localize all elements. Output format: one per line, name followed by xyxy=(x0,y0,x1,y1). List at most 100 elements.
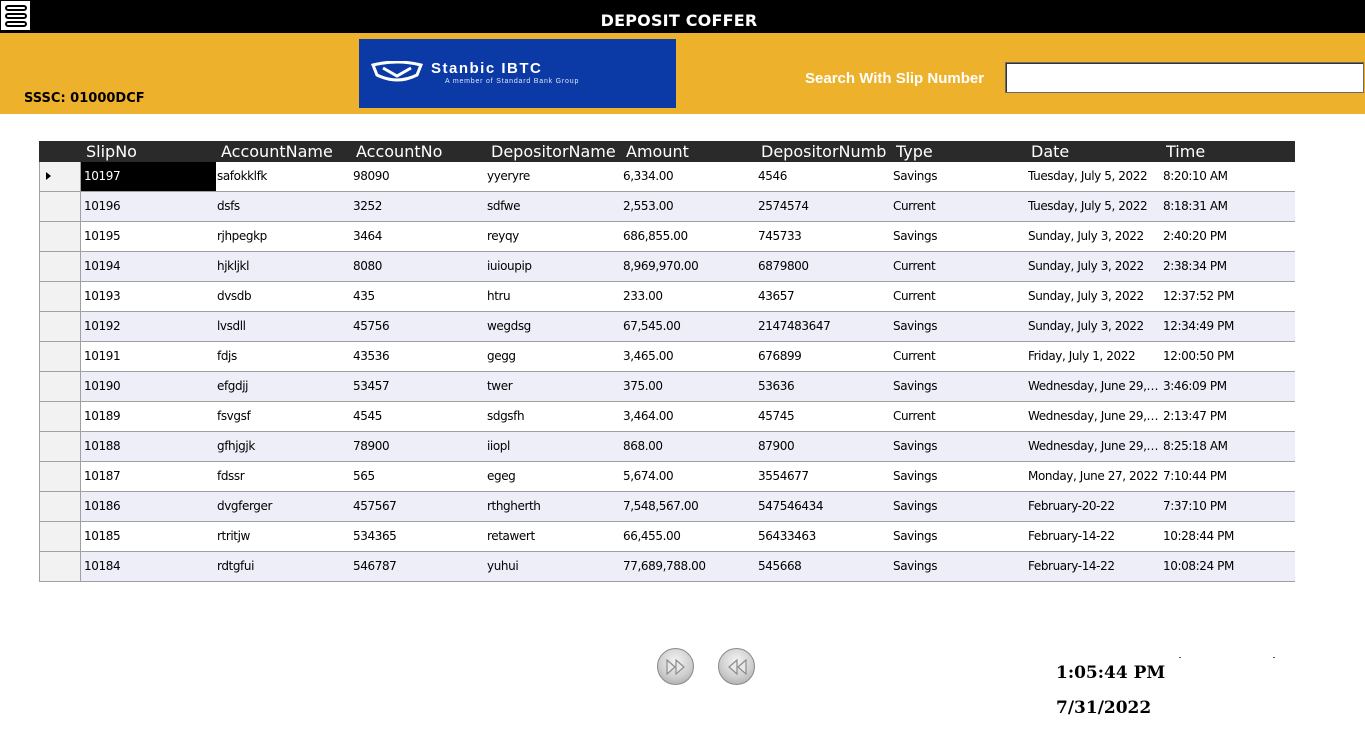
cell-accountname[interactable]: fsvgsf xyxy=(217,402,349,431)
cell-time[interactable]: 8:25:18 AM xyxy=(1163,432,1293,461)
cell-accountno[interactable]: 45756 xyxy=(353,312,483,341)
cell-depositornumb[interactable]: 3554677 xyxy=(758,462,890,491)
cell-accountname[interactable]: hjkljkl xyxy=(217,252,349,281)
row-selector[interactable] xyxy=(40,162,81,191)
cell-depositorname[interactable]: iuioupip xyxy=(487,252,619,281)
column-header-type[interactable]: Type xyxy=(896,142,1028,161)
cell-type[interactable]: Current xyxy=(893,402,1025,431)
cell-time[interactable]: 7:10:44 PM xyxy=(1163,462,1293,491)
cell-depositorname[interactable]: rthgherth xyxy=(487,492,619,521)
row-selector[interactable] xyxy=(40,252,81,281)
cell-type[interactable]: Current xyxy=(893,192,1025,221)
cell-depositornumb[interactable]: 745733 xyxy=(758,222,890,251)
cell-slipno[interactable]: 10193 xyxy=(81,282,216,311)
table-row[interactable]: 10189 fsvgsf 4545 sdgsfh 3,464.00 45745 Curren… xyxy=(40,402,1295,432)
cell-slipno[interactable]: 10197 xyxy=(81,162,216,191)
cell-amount[interactable]: 66,455.00 xyxy=(623,522,755,551)
cell-date[interactable]: Tuesday, July 5, 2022 xyxy=(1028,162,1160,191)
cell-time[interactable]: 12:00:50 PM xyxy=(1163,342,1293,371)
cell-depositorname[interactable]: wegdsg xyxy=(487,312,619,341)
cell-accountno[interactable]: 78900 xyxy=(353,432,483,461)
cell-accountno[interactable]: 534365 xyxy=(353,522,483,551)
cell-type[interactable]: Savings xyxy=(893,222,1025,251)
cell-depositornumb[interactable]: 6879800 xyxy=(758,252,890,281)
cell-date[interactable]: Sunday, July 3, 2022 xyxy=(1028,222,1160,251)
cell-slipno[interactable]: 10191 xyxy=(81,342,216,371)
cell-depositorname[interactable]: htru xyxy=(487,282,619,311)
column-header-date[interactable]: Date xyxy=(1031,142,1163,161)
column-header-amount[interactable]: Amount xyxy=(626,142,758,161)
cell-slipno[interactable]: 10189 xyxy=(81,402,216,431)
deposits-grid[interactable]: SlipNo AccountName AccountNo DepositorNa… xyxy=(39,141,1295,582)
cell-amount[interactable]: 7,548,567.00 xyxy=(623,492,755,521)
cell-amount[interactable]: 686,855.00 xyxy=(623,222,755,251)
cell-type[interactable]: Savings xyxy=(893,462,1025,491)
cell-depositorname[interactable]: iiopl xyxy=(487,432,619,461)
cell-depositorname[interactable]: retawert xyxy=(487,522,619,551)
cell-depositorname[interactable]: yuhui xyxy=(487,552,619,581)
cell-accountname[interactable]: lvsdll xyxy=(217,312,349,341)
cell-date[interactable]: Friday, July 1, 2022 xyxy=(1028,342,1160,371)
cell-slipno[interactable]: 10186 xyxy=(81,492,216,521)
column-header-depositornumb[interactable]: DepositorNumb xyxy=(761,142,891,161)
cell-time[interactable]: 2:40:20 PM xyxy=(1163,222,1293,251)
table-row[interactable]: 10187 fdssr 565 egeg 5,674.00 3554677 Savings M… xyxy=(40,462,1295,492)
cell-accountname[interactable]: rjhpegkp xyxy=(217,222,349,251)
cell-type[interactable]: Current xyxy=(893,282,1025,311)
cell-amount[interactable]: 868.00 xyxy=(623,432,755,461)
cell-accountno[interactable]: 3464 xyxy=(353,222,483,251)
row-selector[interactable] xyxy=(40,372,81,401)
table-row[interactable]: 10190 efgdjj 53457 twer 375.00 53636 Savings We… xyxy=(40,372,1295,402)
table-row[interactable]: 10193 dvsdb 435 htru 233.00 43657 Current Sunda… xyxy=(40,282,1295,312)
table-row[interactable]: 10194 hjkljkl 8080 iuioupip 8,969,970.00 6879… xyxy=(40,252,1295,282)
cell-depositornumb[interactable]: 547546434 xyxy=(758,492,890,521)
cell-date[interactable]: Wednesday, June 29, 20... xyxy=(1028,402,1160,431)
table-row[interactable]: 10191 fdjs 43536 gegg 3,465.00 676899 Current F… xyxy=(40,342,1295,372)
cell-type[interactable]: Savings xyxy=(893,432,1025,461)
cell-amount[interactable]: 67,545.00 xyxy=(623,312,755,341)
column-header-depositorname[interactable]: DepositorName xyxy=(491,142,624,161)
slip-number-search-input[interactable] xyxy=(1005,62,1364,93)
cell-accountno[interactable]: 43536 xyxy=(353,342,483,371)
cell-depositornumb[interactable]: 676899 xyxy=(758,342,890,371)
cell-depositorname[interactable]: sdfwe xyxy=(487,192,619,221)
cell-accountname[interactable]: dvsdb xyxy=(217,282,349,311)
cell-accountno[interactable]: 457567 xyxy=(353,492,483,521)
row-selector[interactable] xyxy=(40,192,81,221)
cell-type[interactable]: Savings xyxy=(893,372,1025,401)
cell-depositornumb[interactable]: 4546 xyxy=(758,162,890,191)
cell-type[interactable]: Current xyxy=(893,342,1025,371)
cell-amount[interactable]: 3,465.00 xyxy=(623,342,755,371)
row-selector[interactable] xyxy=(40,462,81,491)
cell-accountname[interactable]: dvgferger xyxy=(217,492,349,521)
table-row[interactable]: 10197 safokklfk 98090 yyeryre 6,334.00 4546 Sa… xyxy=(40,162,1295,192)
row-selector[interactable] xyxy=(40,222,81,251)
cell-depositorname[interactable]: egeg xyxy=(487,462,619,491)
cell-date[interactable]: Wednesday, June 29, 20... xyxy=(1028,432,1160,461)
table-row[interactable]: 10188 gfhjgjk 78900 iiopl 868.00 87900 Savings… xyxy=(40,432,1295,462)
cell-accountname[interactable]: safokklfk xyxy=(217,162,349,191)
cell-time[interactable]: 8:18:31 AM xyxy=(1163,192,1293,221)
table-row[interactable]: 10192 lvsdll 45756 wegdsg 67,545.00 214748364… xyxy=(40,312,1295,342)
cell-depositorname[interactable]: sdgsfh xyxy=(487,402,619,431)
cell-amount[interactable]: 375.00 xyxy=(623,372,755,401)
cell-type[interactable]: Savings xyxy=(893,492,1025,521)
row-selector[interactable] xyxy=(40,432,81,461)
cell-date[interactable]: Sunday, July 3, 2022 xyxy=(1028,312,1160,341)
next-page-button[interactable] xyxy=(657,648,694,685)
cell-time[interactable]: 3:46:09 PM xyxy=(1163,372,1293,401)
row-selector[interactable] xyxy=(40,402,81,431)
cell-accountno[interactable]: 565 xyxy=(353,462,483,491)
cell-type[interactable]: Savings xyxy=(893,162,1025,191)
row-selector[interactable] xyxy=(40,552,81,581)
table-row[interactable]: 10185 rtritjw 534365 retawert 66,455.00 56433… xyxy=(40,522,1295,552)
cell-accountno[interactable]: 98090 xyxy=(353,162,483,191)
cell-accountname[interactable]: gfhjgjk xyxy=(217,432,349,461)
cell-slipno[interactable]: 10190 xyxy=(81,372,216,401)
cell-accountno[interactable]: 3252 xyxy=(353,192,483,221)
cell-slipno[interactable]: 10188 xyxy=(81,432,216,461)
cell-accountname[interactable]: fdssr xyxy=(217,462,349,491)
cell-type[interactable]: Savings xyxy=(893,552,1025,581)
row-selector[interactable] xyxy=(40,522,81,551)
cell-depositorname[interactable]: reyqy xyxy=(487,222,619,251)
